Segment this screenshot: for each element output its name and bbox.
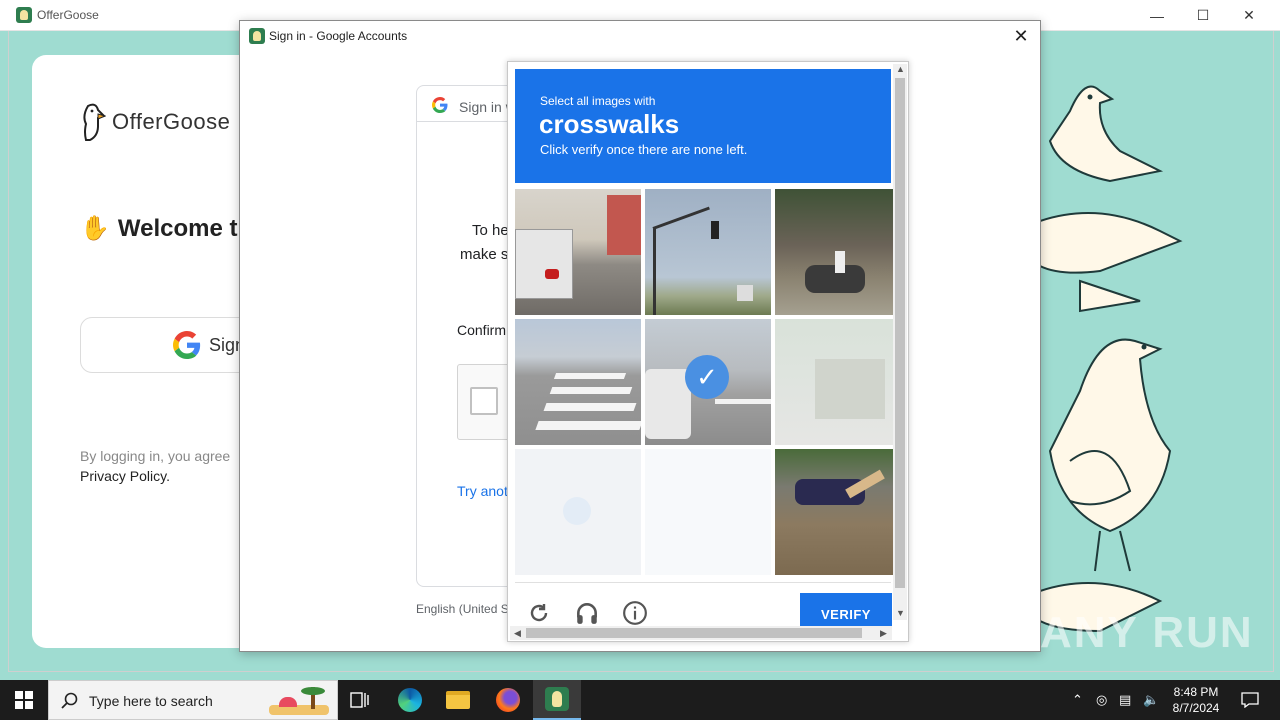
- meet-now-icon[interactable]: ◎: [1096, 692, 1107, 708]
- language-selector[interactable]: English (United S: [416, 602, 509, 616]
- volume-icon[interactable]: 🔈: [1143, 692, 1159, 708]
- signin-description-line: To he: [472, 222, 509, 239]
- vertical-scroll-thumb[interactable]: [895, 78, 905, 588]
- folder-icon: [446, 691, 470, 709]
- legal-line: By logging in, you agree: [80, 448, 231, 464]
- signin-description: To he make s: [460, 219, 509, 267]
- vertical-scrollbar[interactable]: ▲ ▼: [893, 64, 907, 620]
- captcha-tile[interactable]: [515, 319, 641, 445]
- app-window-title: OfferGoose: [37, 8, 99, 22]
- clock-time: 8:48 PM: [1173, 685, 1219, 699]
- captcha-tile[interactable]: [775, 319, 901, 445]
- recaptcha-challenge: Select all images with crosswalks Click …: [507, 61, 909, 642]
- taskbar-file-explorer[interactable]: [434, 680, 482, 720]
- start-button[interactable]: [0, 680, 48, 720]
- captcha-tile[interactable]: [645, 449, 771, 575]
- info-icon[interactable]: [621, 599, 649, 627]
- welcome-text: Welcome t: [117, 214, 238, 242]
- google-small-logo-icon: [432, 97, 448, 113]
- close-window-button[interactable]: ✕: [1226, 0, 1272, 31]
- taskbar-search-box[interactable]: Type here to search: [48, 680, 338, 720]
- edge-icon: [398, 688, 422, 712]
- offergoose-taskbar-icon: [545, 687, 569, 711]
- minimize-button[interactable]: —: [1134, 0, 1180, 31]
- beach-search-highlight-icon: [259, 687, 335, 719]
- firefox-icon: [496, 688, 520, 712]
- taskbar-firefox[interactable]: [484, 680, 532, 720]
- windows-taskbar: Type here to search ⌃ ◎ ▤ 🔈 8:48 PM 8/7/…: [0, 680, 1280, 720]
- confirm-label: Confirm: [457, 322, 507, 338]
- horizontal-scroll-thumb[interactable]: [526, 628, 862, 638]
- captcha-tile[interactable]: [775, 449, 901, 575]
- popup-title: Sign in - Google Accounts: [269, 29, 408, 43]
- signin-description-line: make s: [460, 246, 509, 263]
- show-hidden-icons[interactable]: ⌃: [1072, 692, 1083, 708]
- task-view-button[interactable]: [336, 680, 384, 720]
- clock-date: 8/7/2024: [1172, 701, 1220, 715]
- popup-app-icon: [249, 28, 265, 44]
- windows-logo-icon: [15, 691, 33, 709]
- challenge-target: crosswalks: [539, 109, 680, 139]
- challenge-instruction-sub: Click verify once there are none left.: [540, 142, 748, 157]
- challenge-instruction-small: Select all images with: [540, 94, 656, 108]
- task-view-icon: [350, 692, 369, 708]
- network-icon[interactable]: ▤: [1119, 692, 1131, 708]
- captcha-tile[interactable]: [515, 189, 641, 315]
- search-placeholder: Type here to search: [89, 693, 213, 709]
- try-another-way-link[interactable]: Try anot: [457, 483, 508, 499]
- waving-hand-icon: ✋: [80, 215, 110, 242]
- scroll-right-icon[interactable]: ▶: [880, 628, 887, 639]
- privacy-policy-link[interactable]: Privacy Policy.: [80, 468, 170, 484]
- horizontal-scrollbar[interactable]: ◀ ▶: [510, 626, 892, 640]
- goose-illustration: [1040, 85, 1183, 633]
- legal-text: By logging in, you agree Privacy Policy.: [80, 446, 230, 486]
- taskbar-offergoose[interactable]: [533, 680, 581, 720]
- maximize-button[interactable]: ☐: [1180, 0, 1226, 31]
- scroll-down-icon[interactable]: ▼: [896, 608, 905, 618]
- captcha-tile[interactable]: [515, 449, 641, 575]
- scroll-up-icon[interactable]: ▲: [896, 64, 905, 74]
- recaptcha-checkbox[interactable]: [470, 387, 498, 415]
- anyrun-watermark: ANY RUN: [1040, 608, 1254, 657]
- google-logo-icon: [173, 331, 201, 359]
- taskbar-edge[interactable]: [386, 680, 434, 720]
- popup-close-button[interactable]: ✕: [1010, 25, 1032, 47]
- notification-center-button[interactable]: [1226, 680, 1274, 720]
- welcome-heading: ✋ Welcome t: [80, 214, 237, 243]
- scroll-left-icon[interactable]: ◀: [514, 628, 521, 639]
- search-icon: [61, 692, 78, 709]
- audio-challenge-icon[interactable]: [573, 599, 601, 627]
- captcha-tile-selected[interactable]: ✓: [645, 319, 771, 445]
- captcha-tile[interactable]: [775, 189, 901, 315]
- notification-icon: [1241, 692, 1259, 708]
- selected-check-icon: ✓: [685, 355, 729, 399]
- offergoose-app-icon: [16, 7, 32, 23]
- challenge-header: Select all images with crosswalks Click …: [515, 69, 891, 183]
- goose-logo-icon: [83, 103, 106, 141]
- system-clock[interactable]: 8:48 PM 8/7/2024: [1166, 684, 1226, 716]
- logo-text: OfferGoose: [112, 109, 231, 134]
- captcha-tile[interactable]: [645, 189, 771, 315]
- reload-icon[interactable]: [525, 599, 553, 627]
- challenge-image-grid: ✓: [515, 189, 901, 575]
- offergoose-logo: OfferGoose: [80, 102, 230, 142]
